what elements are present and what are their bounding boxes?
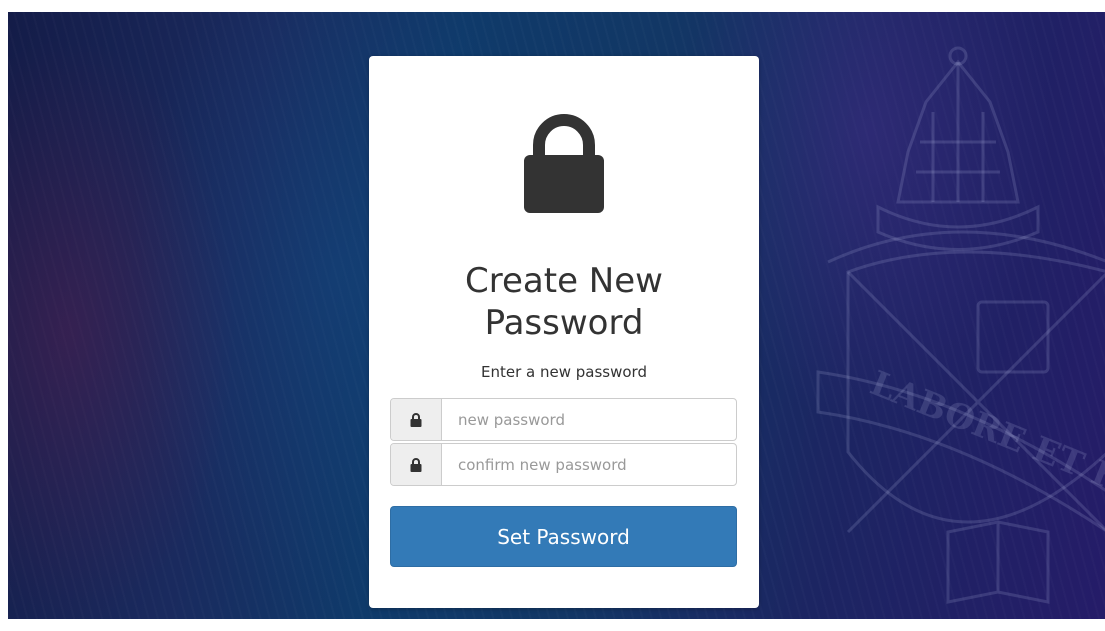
new-password-group	[390, 398, 737, 441]
new-password-addon	[391, 399, 442, 440]
set-password-button[interactable]: Set Password	[390, 506, 737, 567]
confirm-password-input[interactable]	[442, 444, 736, 485]
confirm-password-group	[390, 443, 737, 486]
title-line-2: Password	[484, 303, 644, 343]
page-background: LABORE ET HONORE Create New Password Ent…	[8, 12, 1105, 619]
new-password-input[interactable]	[442, 399, 736, 440]
padlock-icon	[524, 114, 604, 213]
page-subtitle: Enter a new password	[481, 363, 647, 381]
create-password-card: Create New Password Enter a new password	[369, 56, 759, 608]
school-crest-watermark: LABORE ET HONORE	[816, 46, 1105, 604]
crest-motto: LABORE ET HONORE	[865, 363, 1105, 556]
title-line-1: Create New	[465, 261, 663, 301]
padlock-icon	[410, 412, 422, 427]
page-title: Create New Password	[369, 260, 759, 344]
padlock-icon	[410, 457, 422, 472]
confirm-password-addon	[391, 444, 442, 485]
